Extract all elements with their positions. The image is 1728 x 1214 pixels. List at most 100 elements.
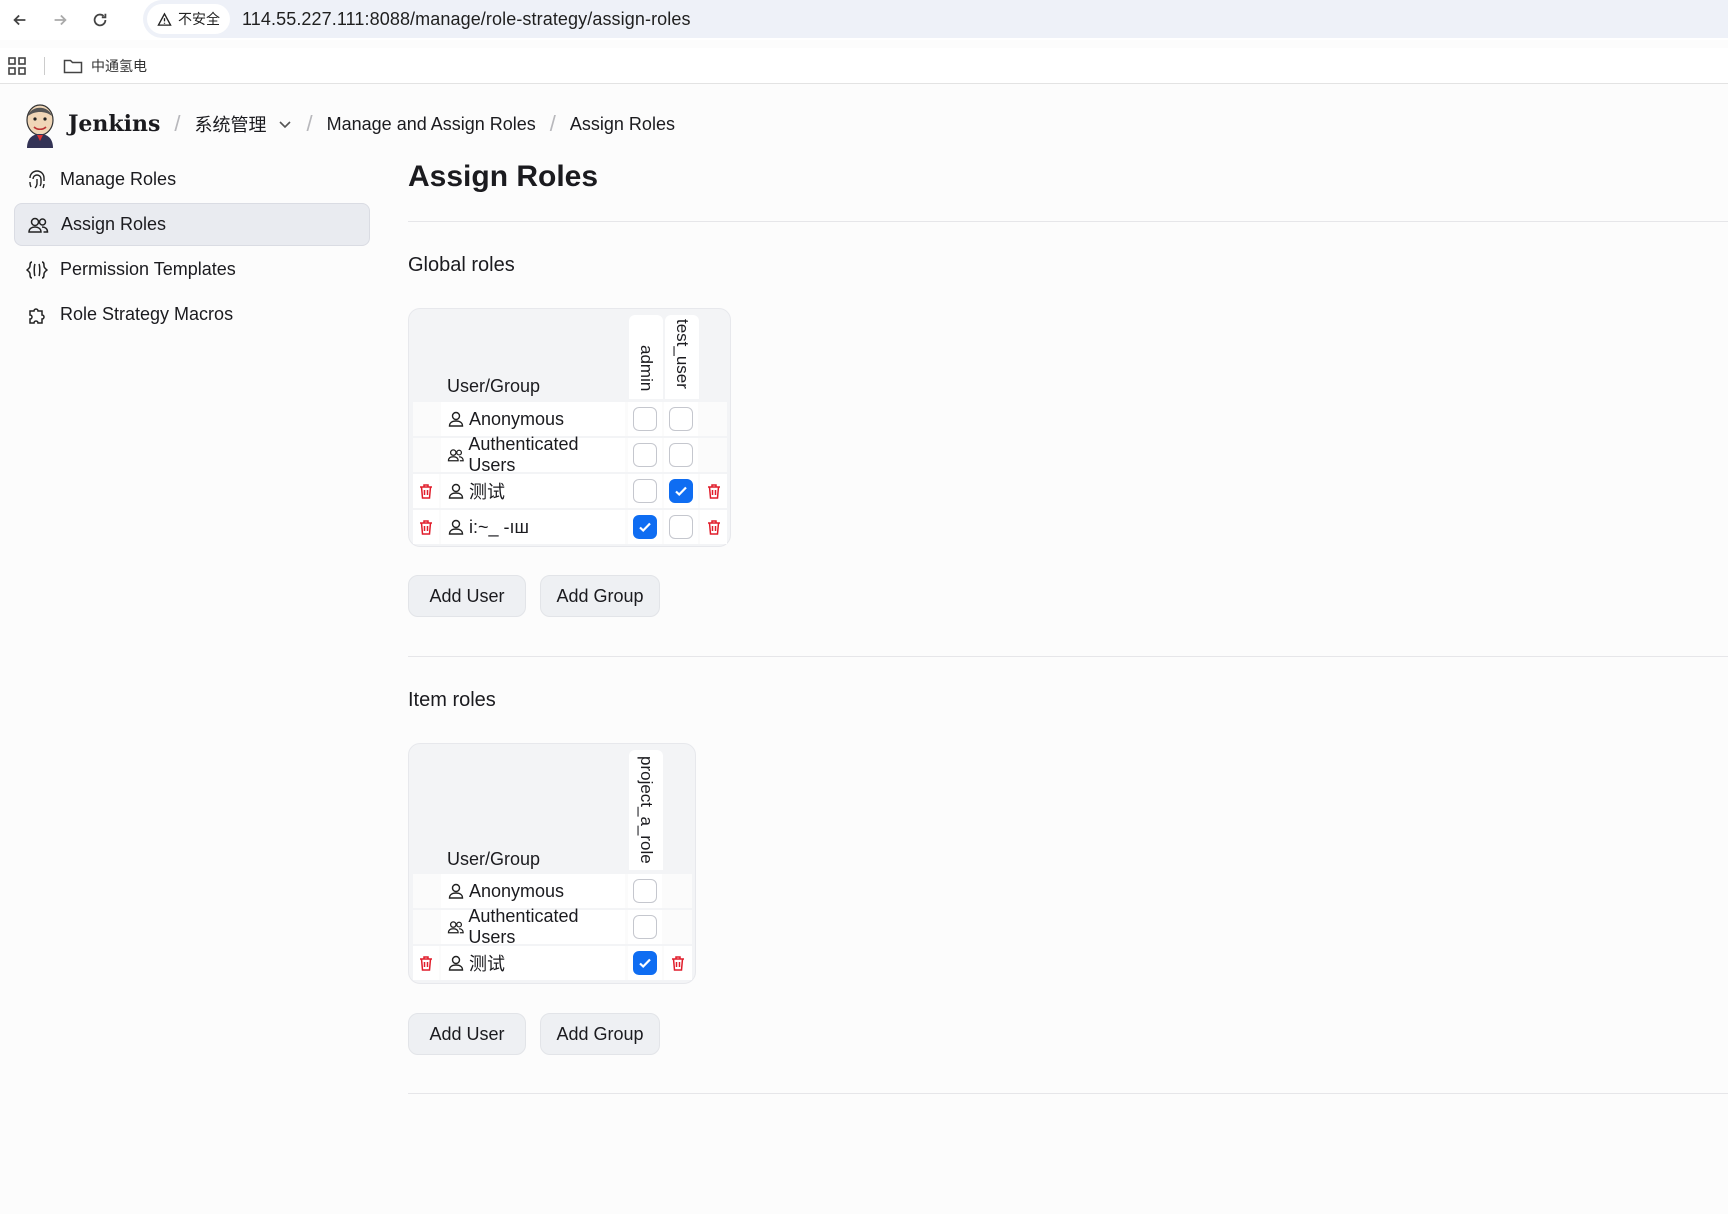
checkbox-cell	[664, 402, 698, 436]
row-action-cell	[413, 910, 439, 944]
sidebar-item-label: Permission Templates	[60, 259, 236, 279]
jenkins-logo-icon[interactable]	[22, 100, 58, 148]
check-icon	[639, 958, 651, 969]
main-content: Assign Roles	[408, 150, 1728, 206]
apps-grid-icon[interactable]	[8, 56, 26, 75]
add-user-button[interactable]: Add User	[408, 575, 526, 617]
arrow-right-icon	[54, 14, 67, 26]
checkbox-cell	[628, 874, 662, 908]
bookmarks-bar: 中通氢电	[0, 48, 1728, 84]
user-group-header: User/Group	[447, 376, 541, 396]
breadcrumb-assign-roles[interactable]: Assign Roles	[570, 114, 675, 135]
role-checkbox[interactable]	[669, 407, 693, 431]
reload-button[interactable]	[80, 0, 120, 40]
row-action-cell	[413, 438, 439, 472]
table-row: 测试	[413, 946, 692, 980]
role-checkbox[interactable]	[633, 443, 657, 467]
add-group-button[interactable]: Add Group	[540, 1013, 660, 1055]
global-roles-table: User/Group admin test_user Anonymous Aut…	[408, 308, 731, 547]
warning-icon	[157, 11, 172, 26]
role-checkbox[interactable]	[669, 515, 693, 539]
role-checkbox[interactable]	[633, 915, 657, 939]
divider	[408, 656, 1728, 657]
users-icon	[28, 217, 49, 233]
item-roles-table: User/Group project_a_role Anonymous Auth…	[408, 743, 696, 984]
trash-icon[interactable]	[417, 482, 435, 500]
breadcrumb-separator: /	[174, 111, 181, 136]
row-action-cell	[413, 474, 439, 508]
arrow-left-icon	[13, 14, 26, 26]
breadcrumb-manage-assign-roles[interactable]: Manage and Assign Roles	[327, 114, 536, 135]
user-icon	[448, 411, 464, 427]
braces-icon	[26, 260, 48, 279]
row-action-cell	[413, 946, 439, 980]
trash-icon[interactable]	[669, 954, 687, 972]
url-text[interactable]: 114.55.227.111:8088/manage/role-strategy…	[242, 9, 691, 30]
jenkins-name[interactable]: Jenkins	[68, 111, 160, 137]
address-bar[interactable]: 不安全 114.55.227.111:8088/manage/role-stra…	[143, 0, 1728, 38]
global-roles-title: Global roles	[408, 254, 515, 276]
sidebar-item-manage-roles[interactable]: Manage Roles	[14, 158, 370, 201]
fingerprint-icon	[29, 169, 45, 188]
user-name: 测试	[469, 954, 505, 974]
sidebar-item-label: Assign Roles	[61, 214, 167, 234]
back-button[interactable]	[0, 0, 40, 40]
browser-toolbar: 不安全 114.55.227.111:8088/manage/role-stra…	[0, 0, 1728, 40]
divider	[408, 221, 1728, 222]
user-name-cell: 测试	[441, 946, 625, 980]
role-checkbox[interactable]	[633, 879, 657, 903]
user-icon	[448, 519, 464, 535]
role-column-admin: admin	[629, 315, 663, 399]
bookmark-label: 中通氢电	[91, 57, 147, 74]
table-row: i:~_ -ıш	[413, 510, 727, 544]
bookmark-divider	[44, 56, 45, 75]
sidebar-item-assign-roles[interactable]: Assign Roles	[14, 203, 370, 246]
role-name: test_user	[673, 319, 692, 389]
role-checkbox-checked[interactable]	[633, 951, 657, 975]
row-action-cell	[413, 402, 439, 436]
user-name: Anonymous	[469, 408, 565, 429]
row-action-cell	[664, 946, 692, 980]
row-action-cell	[700, 474, 727, 508]
item-roles-title: Item roles	[408, 689, 496, 711]
table-row: Authenticated Users	[413, 434, 727, 475]
trash-icon[interactable]	[705, 482, 723, 500]
bookmark-folder[interactable]: 中通氢电	[63, 56, 147, 76]
forward-button[interactable]	[40, 0, 80, 40]
add-group-button[interactable]: Add Group	[540, 575, 660, 617]
role-checkbox[interactable]	[633, 479, 657, 503]
trash-icon[interactable]	[705, 518, 723, 536]
chevron-down-icon[interactable]	[277, 116, 293, 132]
security-chip[interactable]: 不安全	[147, 4, 230, 34]
role-checkbox-checked[interactable]	[633, 515, 657, 539]
page-title: Assign Roles	[408, 160, 599, 193]
users-icon	[447, 449, 464, 462]
reload-icon	[93, 13, 107, 27]
group-name: Authenticated Users	[468, 434, 579, 475]
sidebar-item-permission-templates[interactable]: Permission Templates	[14, 248, 370, 291]
role-name: admin	[637, 345, 656, 392]
role-checkbox-checked[interactable]	[669, 479, 693, 503]
row-action-cell	[700, 402, 727, 436]
role-column-test-user: test_user	[665, 315, 699, 399]
row-action-cell	[413, 510, 439, 544]
table-row: Authenticated Users	[413, 906, 692, 947]
user-name: i:~_ -ıш	[469, 516, 529, 537]
add-user-button[interactable]: Add User	[408, 1013, 526, 1055]
user-icon	[448, 483, 464, 499]
role-checkbox[interactable]	[633, 407, 657, 431]
checkbox-cell	[628, 402, 662, 436]
user-icon	[448, 883, 464, 899]
trash-icon[interactable]	[417, 954, 435, 972]
user-name-cell: 测试	[441, 474, 625, 508]
puzzle-icon	[29, 307, 45, 324]
user-icon	[448, 955, 464, 971]
breadcrumb-manage[interactable]: 系统管理	[195, 111, 267, 137]
table-row: Anonymous	[413, 402, 727, 436]
sidebar: Manage Roles Assign Roles Permission Tem…	[14, 158, 370, 338]
role-checkbox[interactable]	[669, 443, 693, 467]
user-name-cell: i:~_ -ıш	[441, 510, 625, 544]
trash-icon[interactable]	[417, 518, 435, 536]
user-group-header: User/Group	[447, 849, 541, 869]
sidebar-item-role-strategy-macros[interactable]: Role Strategy Macros	[14, 293, 370, 336]
